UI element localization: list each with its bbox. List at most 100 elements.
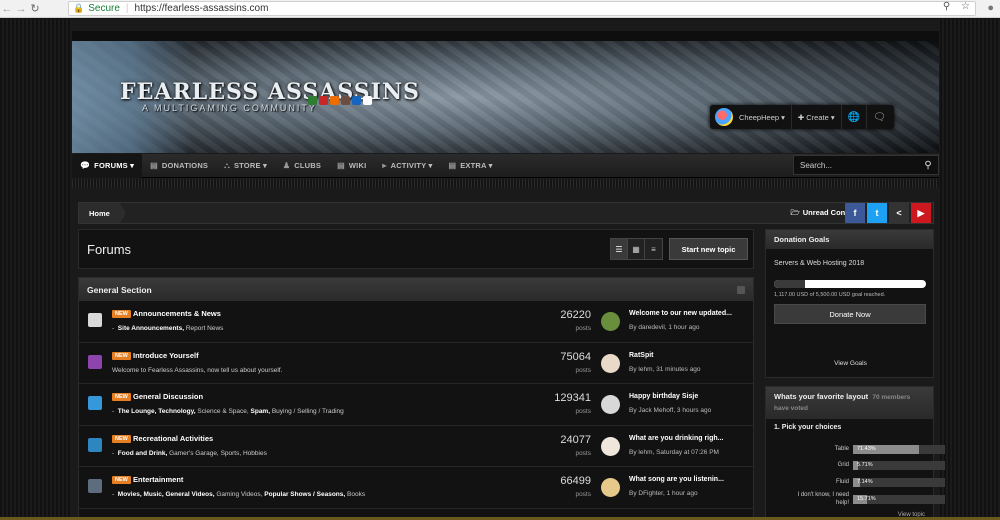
forum-name[interactable]: Entertainment [133, 475, 183, 484]
nav-clubs[interactable]: ♟ CLUBS [275, 154, 329, 178]
last-poster-avatar[interactable] [601, 395, 620, 415]
omnibox-separator: | [125, 3, 129, 14]
user-menu[interactable]: CheepHeep ▾ [733, 105, 792, 129]
donate-now-button[interactable]: Donate Now [774, 304, 926, 324]
last-post-title[interactable]: What song are you listenin... [629, 476, 724, 483]
secure-label: Secure [88, 3, 120, 14]
subforum-list: - Food and Drink, Gamer's Garage, Sports… [112, 450, 267, 457]
site-wrapper: FEARLESS ASSASSINS A MULTIGAMING COMMUNI… [72, 19, 945, 520]
subforum-link[interactable]: Buying / Selling / Trading [272, 408, 344, 415]
subforum-list: - Movies, Music, General Videos, Gaming … [112, 491, 365, 498]
subforum-prefix: - [112, 491, 115, 499]
start-new-topic-button[interactable]: Start new topic [669, 238, 748, 260]
breadcrumb-home[interactable]: Home [79, 203, 120, 223]
donation-title: Donation Goals [766, 230, 933, 249]
subforum-link[interactable]: Spam, [251, 408, 271, 415]
fluid-view-icon[interactable]: ≡ [645, 239, 662, 259]
last-poster-avatar[interactable] [601, 436, 620, 456]
url-text[interactable]: https://fearless-assassins.com [135, 3, 269, 14]
forum-row[interactable]: NEW Recreational Activities - Food and Dri… [79, 426, 753, 468]
last-post-title[interactable]: RatSpit [629, 352, 654, 359]
nav-label: ACTIVITY ▾ [390, 161, 433, 170]
subforum-list: - Site Announcements, Report News [112, 325, 223, 332]
globe-icon[interactable]: 🌐 [842, 105, 868, 129]
nav-extra[interactable]: ▤ EXTRA ▾ [440, 154, 500, 178]
forum-icon [88, 396, 102, 411]
forum-name[interactable]: Introduce Yourself [133, 351, 199, 360]
forum-row[interactable]: NEW Introduce Yourself Welcome to Fearless… [79, 343, 753, 385]
subforum-link[interactable]: Hobbies [243, 450, 267, 457]
forum-row[interactable]: NEW Entertainment - Movies, Music, General… [79, 467, 753, 509]
back-icon[interactable]: ← [0, 3, 14, 15]
last-post-title[interactable]: What are you drinking righ... [629, 435, 724, 442]
browser-toolbar: ← → ↻ 🔒 Secure | https://fearless-assass… [0, 0, 1000, 18]
reload-icon[interactable]: ↻ [28, 2, 42, 15]
poll-percent: 7.14% [857, 479, 873, 485]
forum-row[interactable]: NEW Announcements & News - Site Announceme… [79, 301, 753, 343]
view-goals-link[interactable]: View Goals [766, 360, 935, 367]
nav-label: WIKI [348, 161, 367, 170]
subforum-link[interactable]: Popular Shows / Seasons, [264, 491, 345, 498]
subforum-link[interactable]: Movies, [118, 491, 142, 498]
extension-icon[interactable]: ● [987, 2, 994, 14]
last-poster-avatar[interactable] [601, 478, 620, 498]
nav-store[interactable]: ⛬ STORE ▾ [216, 154, 275, 178]
table-view-icon[interactable]: ☰ [611, 239, 628, 259]
subforum-link[interactable]: Gaming Videos, [216, 491, 262, 498]
subforum-prefix: - [112, 449, 115, 457]
subforum-link[interactable]: Technology, [158, 408, 195, 415]
subforum-link[interactable]: Gamer's Garage, [169, 450, 219, 457]
goal-name: Servers & Web Hosting 2018 [774, 260, 865, 267]
search-input[interactable] [794, 160, 918, 170]
star-icon[interactable]: ☆ [961, 1, 970, 12]
nav-donations[interactable]: ▤ DONATIONS [142, 154, 216, 178]
last-post-title[interactable]: Happy birthday Sisje [629, 393, 698, 400]
facebook-icon[interactable]: f [845, 203, 865, 223]
subforum-link[interactable]: Music, [143, 491, 163, 498]
forward-icon[interactable]: → [14, 3, 28, 15]
subforum-link[interactable]: Food and Drink, [118, 450, 167, 457]
new-badge: NEW [112, 393, 131, 402]
subforum-link[interactable]: Science & Space, [197, 408, 248, 415]
subforum-list: - The Lounge, Technology, Science & Spac… [112, 408, 344, 415]
search-icon[interactable]: ⚲ [918, 160, 938, 171]
forum-name[interactable]: Announcements & News [133, 309, 221, 318]
last-poster-avatar[interactable] [601, 353, 620, 373]
site-logo[interactable]: FEARLESS ASSASSINS A MULTIGAMING COMMUNI… [120, 79, 420, 113]
subforum-link[interactable]: Books [347, 491, 365, 498]
forum-name[interactable]: General Discussion [133, 392, 203, 401]
nav-label: CLUBS [294, 161, 322, 170]
collapse-icon[interactable] [737, 285, 745, 294]
folder-icon: 🗁 [790, 207, 800, 217]
nav-forums[interactable]: 💬 FORUMS ▾ [72, 153, 143, 178]
last-post-title[interactable]: Welcome to our new updated... [629, 310, 732, 317]
social-links: f t < ▶ [845, 203, 931, 223]
forum-row[interactable]: NEW General Discussion - The Lounge, Techn… [79, 384, 753, 426]
share-icon[interactable]: < [889, 203, 909, 223]
subforum-link[interactable]: Report News [186, 325, 224, 332]
messages-icon[interactable]: 🗨 [867, 105, 892, 129]
forums-header: Forums ☰ ▦ ≡ Start new topic [78, 229, 754, 269]
youtube-icon[interactable]: ▶ [911, 203, 931, 223]
subforum-link[interactable]: The Lounge, [118, 408, 157, 415]
breadcrumb-arrow [119, 203, 126, 223]
subforum-link[interactable]: General Videos, [166, 491, 215, 498]
subforum-prefix: - [112, 325, 115, 332]
zoom-icon[interactable]: ⚲ [943, 1, 950, 12]
twitter-icon[interactable]: t [867, 203, 887, 223]
subforum-link[interactable]: Sports, [221, 450, 242, 457]
user-avatar[interactable] [715, 108, 733, 126]
grid-view-icon[interactable]: ▦ [628, 239, 645, 259]
address-bar[interactable]: 🔒 Secure | https://fearless-assassins.co… [68, 1, 976, 16]
forum-name[interactable]: Recreational Activities [133, 434, 213, 443]
file-icon: ▤ [337, 161, 345, 170]
poll-percent: 71.43% [857, 446, 876, 452]
nav-wiki[interactable]: ▤ WIKI [329, 154, 374, 178]
last-poster-avatar[interactable] [601, 312, 620, 331]
create-menu[interactable]: ✚ Create ▾ [792, 105, 842, 129]
subforum-prefix: - [112, 408, 115, 416]
nav-activity[interactable]: ▸ ACTIVITY ▾ [374, 154, 440, 178]
post-count: 75064 [560, 350, 591, 363]
subforum-link[interactable]: Site Announcements, [118, 325, 184, 332]
subforum-link[interactable]: Welcome to Fearless Assassins, now tell … [112, 367, 282, 374]
